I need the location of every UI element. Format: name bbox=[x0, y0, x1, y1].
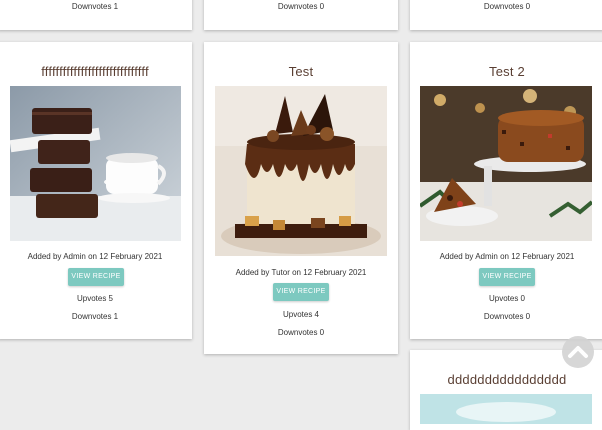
brownies-image bbox=[10, 86, 181, 241]
added-by-text: Added by Admin on 12 February 2021 bbox=[439, 252, 575, 261]
downvotes-count: Downvotes 0 bbox=[483, 312, 531, 321]
recipe-photo[interactable] bbox=[420, 86, 592, 241]
added-by-text: Added by Tutor on 12 February 2021 bbox=[235, 268, 367, 277]
downvotes-count: Downvotes 0 bbox=[277, 328, 325, 337]
recipe-card-top-2: Downvotes 0 bbox=[204, 0, 398, 30]
view-recipe-button[interactable]: VIEW RECIPE bbox=[273, 283, 329, 301]
recipe-card-top-1: Downvotes 1 bbox=[0, 0, 192, 30]
recipe-photo[interactable] bbox=[215, 86, 387, 256]
recipe-title: ffffffffffffffffffffffffffffff bbox=[41, 64, 149, 79]
recipe-card: Test 2 Added by Admin on 12 February 202… bbox=[410, 42, 602, 339]
drip-cake-image bbox=[215, 86, 387, 256]
recipe-photo[interactable] bbox=[420, 394, 592, 424]
recipe-card-top-3: Downvotes 0 bbox=[410, 0, 602, 30]
chevron-up-icon bbox=[568, 346, 588, 358]
recipe-card: ffffffffffffffffffffffffffffff Added by … bbox=[0, 42, 192, 339]
recipe-title: Test 2 bbox=[489, 64, 525, 79]
downvotes-count: Downvotes 0 bbox=[277, 2, 325, 11]
recipe-title: Test bbox=[288, 64, 314, 79]
upvotes-count: Upvotes 5 bbox=[76, 294, 114, 303]
view-recipe-button[interactable]: VIEW RECIPE bbox=[68, 268, 124, 286]
downvotes-count: Downvotes 1 bbox=[71, 312, 119, 321]
view-recipe-button[interactable]: VIEW RECIPE bbox=[479, 268, 535, 286]
added-by-text: Added by Admin on 12 February 2021 bbox=[27, 252, 163, 261]
recipe-photo[interactable] bbox=[10, 86, 181, 241]
recipe-title: dddddddddddddddd bbox=[447, 372, 567, 387]
upvotes-count: Upvotes 4 bbox=[282, 310, 320, 319]
recipe-card: Test Added by Tutor on 12 February 2021 … bbox=[204, 42, 398, 354]
downvotes-count: Downvotes 1 bbox=[71, 2, 119, 11]
downvotes-count: Downvotes 0 bbox=[483, 2, 531, 11]
scroll-to-top-button[interactable] bbox=[562, 336, 594, 368]
upvotes-count: Upvotes 0 bbox=[488, 294, 526, 303]
fruit-cake-image bbox=[420, 86, 592, 241]
recipe-image bbox=[420, 394, 592, 424]
